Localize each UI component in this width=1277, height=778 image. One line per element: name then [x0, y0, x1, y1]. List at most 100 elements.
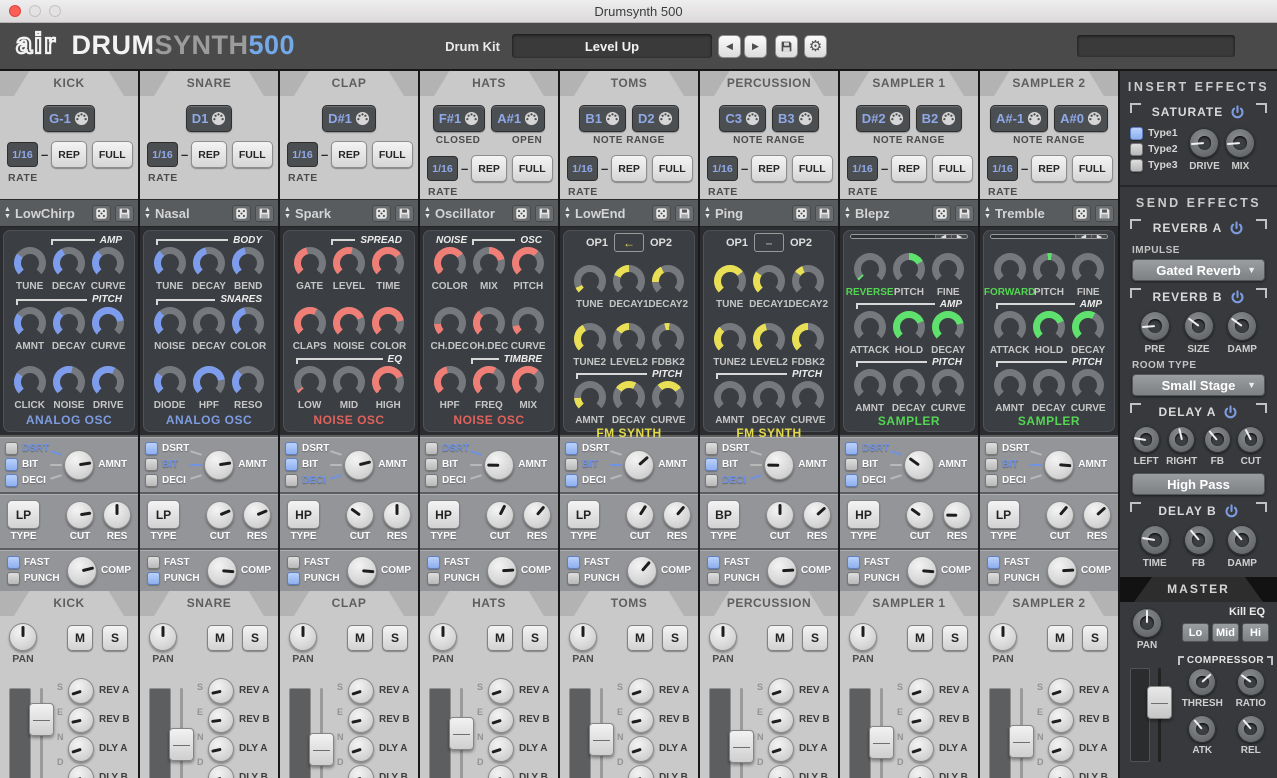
send-knob-rev-b[interactable] — [488, 707, 514, 733]
knob-decay1[interactable] — [613, 265, 645, 297]
distortion-led[interactable] — [845, 442, 858, 455]
distortion-type-deci[interactable]: DECI — [145, 474, 189, 488]
punch-led[interactable] — [567, 572, 580, 585]
distortion-led[interactable] — [985, 442, 998, 455]
full-button[interactable]: FULL — [232, 141, 273, 168]
resonance-knob[interactable] — [1083, 501, 1111, 529]
save-preset-button[interactable] — [815, 205, 834, 222]
send-knob-rev-a[interactable] — [768, 678, 794, 704]
knob-low[interactable] — [294, 366, 326, 398]
fast-led[interactable] — [427, 556, 440, 569]
pan-knob[interactable] — [289, 623, 317, 651]
filter-type-button[interactable]: LP — [567, 500, 600, 529]
repeat-button[interactable]: REP — [331, 141, 367, 168]
damp-knob[interactable] — [1227, 525, 1257, 555]
sample-prev-icon[interactable]: ◀ — [935, 235, 951, 238]
kit-prev-button[interactable]: ◀ — [718, 35, 741, 58]
knob-noise[interactable] — [53, 366, 85, 398]
master-fader[interactable] — [1158, 668, 1161, 762]
pan-knob[interactable] — [9, 623, 37, 651]
distortion-led[interactable] — [5, 442, 18, 455]
distortion-led[interactable] — [705, 442, 718, 455]
operator-mode-box[interactable]: – — [754, 233, 784, 252]
volume-fader[interactable] — [600, 688, 603, 778]
mix-knob[interactable] — [1225, 128, 1255, 158]
mute-button[interactable]: M — [1047, 625, 1073, 651]
distortion-type-bit[interactable]: BIT — [845, 458, 889, 472]
fast-toggle[interactable]: FAST — [847, 556, 900, 570]
randomize-button[interactable] — [92, 205, 111, 222]
knob-tune2[interactable] — [714, 323, 746, 355]
master-pan-knob[interactable] — [1132, 608, 1162, 638]
comp-knob[interactable] — [1047, 556, 1077, 586]
ratio-knob[interactable] — [1237, 668, 1265, 696]
distortion-type-bit[interactable]: BIT — [565, 458, 609, 472]
knob-oh-dec[interactable] — [473, 307, 505, 339]
fast-toggle[interactable]: FAST — [147, 556, 200, 570]
randomize-button[interactable] — [652, 205, 671, 222]
cut-knob[interactable] — [1237, 426, 1264, 453]
mute-button[interactable]: M — [627, 625, 653, 651]
knob-decay[interactable] — [193, 307, 225, 339]
send-knob-rev-b[interactable] — [208, 707, 234, 733]
knob-drive[interactable] — [92, 366, 124, 398]
distortion-led[interactable] — [145, 458, 158, 471]
sample-selector[interactable]: 909HT_1◀▶ — [850, 234, 968, 239]
randomize-button[interactable] — [232, 205, 251, 222]
send-knob-dly-b[interactable] — [208, 765, 234, 778]
knob-decay[interactable] — [932, 311, 964, 343]
preset-name[interactable]: Tremble — [995, 206, 1068, 221]
preset-name[interactable]: Oscillator — [435, 206, 508, 221]
knob-gate[interactable] — [294, 247, 326, 279]
punch-led[interactable] — [427, 572, 440, 585]
cutoff-knob[interactable] — [626, 501, 654, 529]
preset-name[interactable]: LowChirp — [15, 206, 88, 221]
save-preset-button[interactable] — [255, 205, 274, 222]
distortion-type-dsrt[interactable]: DSRT — [5, 442, 49, 456]
distortion-amount-knob[interactable] — [64, 450, 94, 480]
note-button[interactable]: B1 — [579, 105, 626, 132]
knob-pitch[interactable] — [893, 253, 925, 285]
save-preset-button[interactable] — [1095, 205, 1114, 222]
rate-value-box[interactable]: 1/16 — [567, 156, 598, 181]
left-knob[interactable] — [1133, 426, 1160, 453]
rate-value-box[interactable]: 1/16 — [287, 142, 318, 167]
note-button[interactable]: B2 — [916, 105, 963, 132]
send-knob-dly-a[interactable] — [1048, 736, 1074, 762]
comp-knob[interactable] — [487, 556, 517, 586]
knob-curve[interactable] — [792, 381, 824, 413]
send-knob-dly-a[interactable] — [628, 736, 654, 762]
filter-type-button[interactable]: LP — [987, 500, 1020, 529]
full-button[interactable]: FULL — [1072, 155, 1113, 182]
knob-level2[interactable] — [613, 323, 645, 355]
kill-eq-lo-button[interactable]: Lo — [1182, 623, 1209, 642]
volume-fader[interactable] — [880, 688, 883, 778]
send-knob-dly-b[interactable] — [1048, 765, 1074, 778]
knob-amnt[interactable] — [14, 307, 46, 339]
knob-noise[interactable] — [154, 307, 186, 339]
mute-button[interactable]: M — [767, 625, 793, 651]
punch-toggle[interactable]: PUNCH — [987, 572, 1040, 586]
knob-hpf[interactable] — [434, 366, 466, 398]
distortion-type-bit[interactable]: BIT — [5, 458, 49, 472]
comp-knob[interactable] — [207, 556, 237, 586]
volume-fader[interactable] — [40, 688, 43, 778]
filter-type-button[interactable]: HP — [427, 500, 460, 529]
thresh-knob[interactable] — [1188, 668, 1216, 696]
distortion-led[interactable] — [285, 442, 298, 455]
filter-type-button[interactable]: BP — [707, 500, 740, 529]
distortion-led[interactable] — [565, 442, 578, 455]
solo-button[interactable]: S — [1082, 625, 1108, 651]
distortion-type-deci[interactable]: DECI — [985, 474, 1029, 488]
note-button[interactable]: D#2 — [856, 105, 910, 132]
type-led[interactable] — [1130, 127, 1143, 140]
pan-knob[interactable] — [709, 623, 737, 651]
right-knob[interactable] — [1168, 426, 1195, 453]
power-icon[interactable] — [1224, 504, 1239, 519]
preset-spinner[interactable]: ▲▼ — [704, 206, 711, 220]
knob-curve[interactable] — [92, 307, 124, 339]
distortion-type-deci[interactable]: DECI — [705, 474, 749, 488]
punch-led[interactable] — [707, 572, 720, 585]
kill-eq-hi-button[interactable]: Hi — [1242, 623, 1269, 642]
punch-led[interactable] — [7, 572, 20, 585]
